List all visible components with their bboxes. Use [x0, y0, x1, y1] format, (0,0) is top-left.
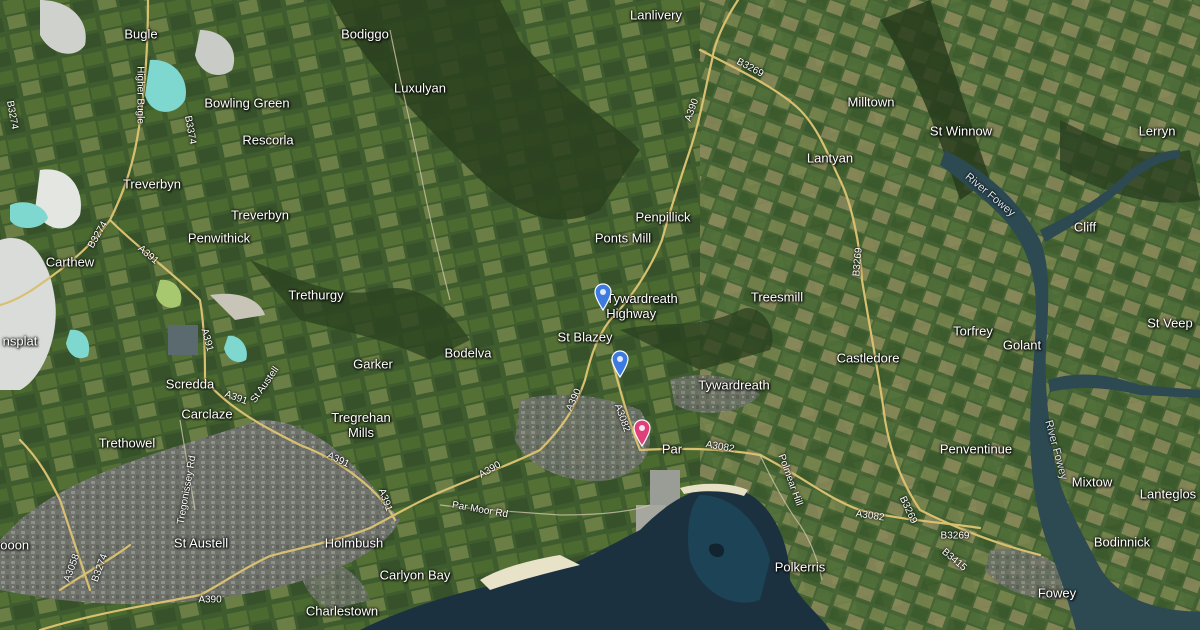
place-label[interactable]: Polkerris: [775, 560, 826, 575]
place-label[interactable]: Holmbush: [325, 536, 384, 551]
place-label[interactable]: Castledore: [837, 351, 900, 366]
place-label[interactable]: Par: [662, 442, 682, 457]
road-label: A390: [198, 594, 222, 606]
place-label[interactable]: Treesmill: [751, 290, 803, 305]
place-label[interactable]: Charlestown: [306, 604, 378, 619]
map-pin-icon[interactable]: [611, 350, 629, 383]
place-label[interactable]: Torfrey: [953, 324, 993, 339]
place-label[interactable]: Garker: [353, 357, 393, 372]
place-label[interactable]: Lantyan: [807, 151, 853, 166]
place-label[interactable]: Mixtow: [1072, 475, 1112, 490]
road-label: B3269: [940, 530, 970, 542]
place-label[interactable]: Tregrehan Mills: [331, 410, 391, 440]
satellite-map[interactable]: B3269 A390 Higher Bugle B3274 B3374 B3274 A391…: [0, 0, 1200, 630]
place-label[interactable]: Trethowel: [99, 436, 156, 451]
place-label[interactable]: St Blazey: [558, 330, 613, 345]
place-label[interactable]: Golant: [1003, 338, 1041, 353]
place-label[interactable]: Treverbyn: [231, 208, 289, 223]
place-label[interactable]: Lanlivery: [630, 8, 682, 23]
place-label[interactable]: Lanteglos: [1140, 487, 1196, 502]
place-label[interactable]: St Veep: [1147, 316, 1193, 331]
place-label[interactable]: Bowling Green: [204, 96, 289, 111]
place-label[interactable]: wooon: [0, 538, 29, 553]
place-label[interactable]: Ponts Mill: [595, 231, 651, 246]
place-label[interactable]: Rescorla: [242, 133, 293, 148]
place-label[interactable]: St Winnow: [930, 124, 992, 139]
place-label[interactable]: Carlyon Bay: [380, 568, 451, 583]
place-label[interactable]: Carthew: [46, 255, 94, 270]
place-label[interactable]: Scredda: [166, 377, 214, 392]
place-label[interactable]: Treverbyn: [123, 177, 181, 192]
place-label[interactable]: Milltown: [848, 95, 895, 110]
place-label[interactable]: Penventinue: [940, 442, 1012, 457]
place-label[interactable]: Bodiggo: [341, 27, 389, 42]
place-label[interactable]: Lerryn: [1139, 124, 1176, 139]
place-label[interactable]: Fowey: [1038, 586, 1076, 601]
place-label[interactable]: Penpillick: [636, 210, 691, 225]
road-label: Higher Bugle: [134, 66, 146, 124]
place-label[interactable]: Bodelva: [445, 346, 492, 361]
place-label[interactable]: Cliff: [1074, 220, 1096, 235]
place-label[interactable]: Tywardreath: [698, 378, 770, 393]
place-label[interactable]: Luxulyan: [394, 81, 446, 96]
place-label[interactable]: Carclaze: [181, 407, 232, 422]
map-pin-icon[interactable]: [594, 283, 612, 316]
map-pin-icon[interactable]: [633, 419, 651, 452]
place-label[interactable]: Penwithick: [188, 231, 250, 246]
place-label[interactable]: Tywardreath Highway: [606, 291, 678, 321]
place-label[interactable]: Bugle: [124, 27, 157, 42]
place-label[interactable]: nsplat: [3, 334, 38, 349]
place-label[interactable]: St Austell: [174, 536, 228, 551]
place-label[interactable]: Bodinnick: [1094, 535, 1150, 550]
place-label[interactable]: Trethurgy: [288, 288, 343, 303]
